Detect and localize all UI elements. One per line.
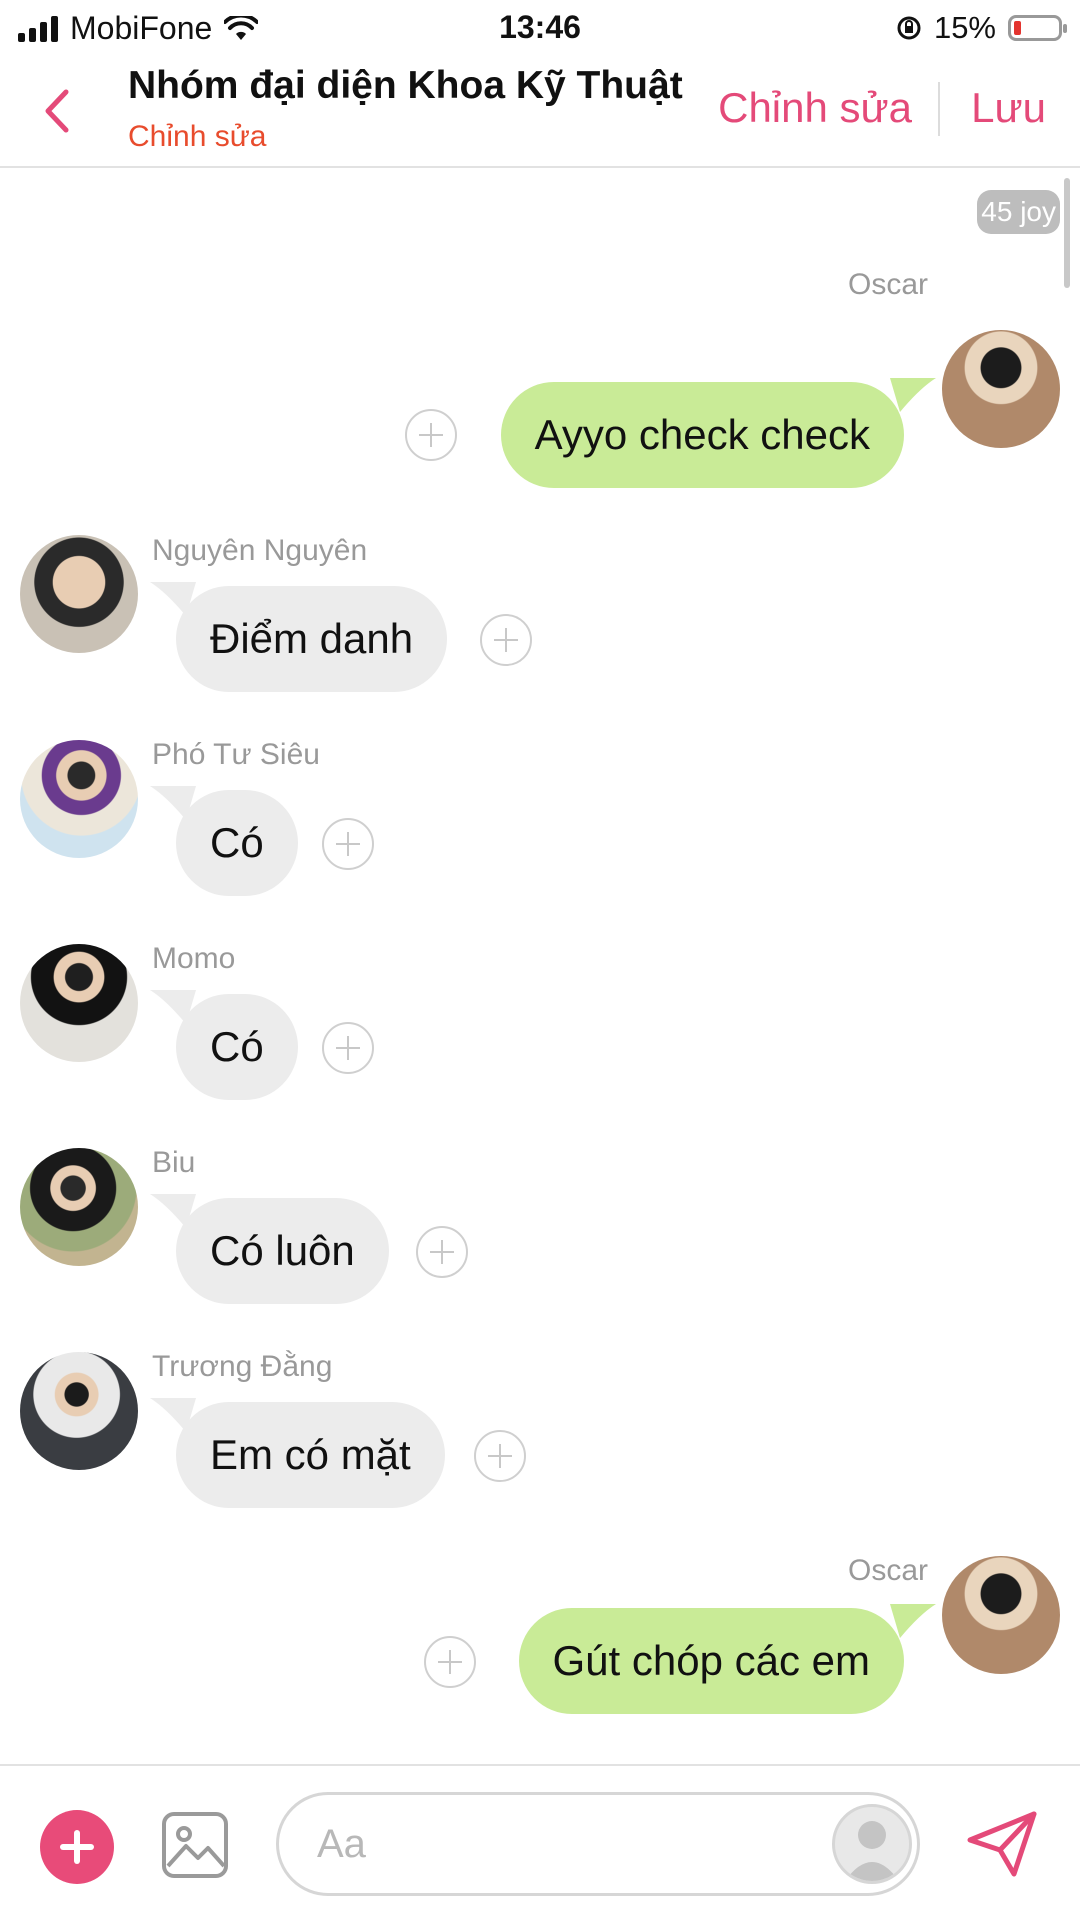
message-bubble[interactable]: Em có mặt bbox=[176, 1402, 445, 1508]
message-plus-icon[interactable] bbox=[322, 818, 374, 870]
battery-icon bbox=[1008, 15, 1067, 41]
sender-name: Trương Đằng bbox=[152, 1350, 333, 1383]
avatar-truong-dang[interactable] bbox=[20, 1352, 138, 1470]
sender-name: Phó Tư Siêu bbox=[152, 738, 320, 771]
message-bubble[interactable]: Có bbox=[176, 994, 298, 1100]
message-bubble[interactable]: Có bbox=[176, 790, 298, 896]
avatar-biu[interactable] bbox=[20, 1148, 138, 1266]
message-plus-icon[interactable] bbox=[480, 614, 532, 666]
message-bubble[interactable]: Có luôn bbox=[176, 1198, 389, 1304]
message-plus-icon[interactable] bbox=[474, 1430, 526, 1482]
status-bar: MobiFone 13:46 15% bbox=[0, 0, 1080, 56]
composer-bar bbox=[0, 1764, 1080, 1922]
sender-name: Biu bbox=[152, 1146, 196, 1179]
message-input[interactable] bbox=[276, 1792, 920, 1896]
avatar-oscar[interactable] bbox=[942, 330, 1060, 448]
chat-area[interactable]: 45 joy Oscar Ayyo check check Nguyên Ngu… bbox=[0, 168, 1080, 1764]
chat-header: Nhóm đại diện Khoa Kỹ Thuật Chỉnh sửa Ch… bbox=[0, 56, 1080, 168]
message-plus-icon[interactable] bbox=[405, 409, 457, 461]
sender-name: Oscar bbox=[847, 1554, 928, 1587]
message-plus-icon[interactable] bbox=[416, 1226, 468, 1278]
joy-badge: 45 joy bbox=[977, 190, 1060, 234]
page-title: Nhóm đại diện Khoa Kỹ Thuật bbox=[128, 64, 683, 107]
avatar-pho-tu-sieu[interactable] bbox=[20, 740, 138, 858]
save-button[interactable]: Lưu bbox=[971, 84, 1046, 132]
add-button[interactable] bbox=[40, 1810, 114, 1884]
bubble-tail bbox=[890, 1604, 936, 1638]
scrollbar[interactable] bbox=[1064, 178, 1070, 288]
sender-name: Nguyên Nguyên bbox=[152, 534, 368, 567]
sender-name: Oscar bbox=[847, 268, 928, 301]
message-plus-icon[interactable] bbox=[322, 1022, 374, 1074]
avatar-nguyen-nguyen[interactable] bbox=[20, 535, 138, 653]
avatar-oscar[interactable] bbox=[942, 1556, 1060, 1674]
profile-avatar-icon[interactable] bbox=[832, 1804, 912, 1884]
message-bubble[interactable]: Gút chóp các em bbox=[518, 1608, 904, 1714]
header-divider bbox=[938, 82, 940, 136]
send-icon[interactable] bbox=[966, 1810, 1038, 1878]
rotation-lock-icon bbox=[897, 16, 921, 40]
image-icon[interactable] bbox=[160, 1810, 230, 1880]
avatar-momo[interactable] bbox=[20, 944, 138, 1062]
message-bubble[interactable]: Điểm danh bbox=[176, 586, 448, 692]
bubble-tail bbox=[890, 378, 936, 412]
message-bubble[interactable]: Ayyo check check bbox=[500, 382, 904, 488]
message-plus-icon[interactable] bbox=[424, 1636, 476, 1688]
page-subtitle[interactable]: Chỉnh sửa bbox=[128, 120, 267, 154]
back-chevron-icon[interactable] bbox=[38, 86, 78, 136]
edit-button[interactable]: Chỉnh sửa bbox=[718, 84, 912, 132]
battery-percent: 15% bbox=[933, 10, 996, 45]
sender-name: Momo bbox=[152, 942, 236, 975]
status-right: 15% bbox=[896, 10, 1067, 46]
